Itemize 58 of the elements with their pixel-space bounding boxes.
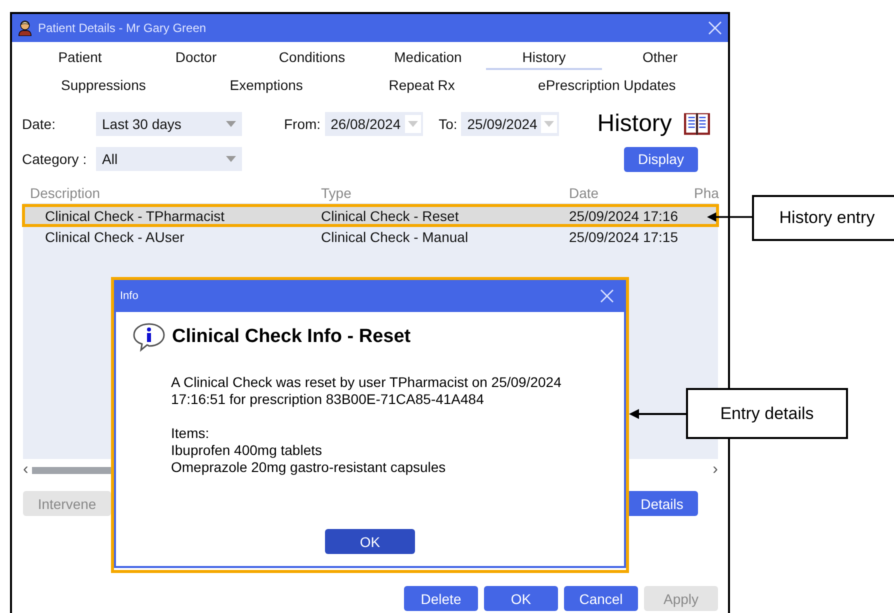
from-date-picker[interactable]: 26/08/2024: [324, 112, 423, 136]
column-header[interactable]: Date: [569, 185, 599, 201]
book-icon: [682, 111, 712, 137]
scroll-left-arrow[interactable]: ‹: [23, 463, 28, 477]
tab[interactable]: History: [486, 46, 602, 70]
date-label: Date:: [22, 116, 56, 132]
info-icon: [132, 322, 166, 352]
close-icon[interactable]: [708, 21, 722, 35]
column-header[interactable]: Pha: [694, 185, 719, 201]
ok-button[interactable]: OK: [325, 529, 415, 554]
dialog-title: Info: [120, 290, 138, 302]
display-button[interactable]: Display: [624, 146, 698, 172]
dropdown-arrow-icon[interactable]: [226, 156, 236, 162]
window-title: Patient Details - Mr Gary Green: [38, 21, 208, 35]
details-button[interactable]: Details: [626, 491, 698, 516]
tab[interactable]: Repeat Rx: [348, 74, 496, 98]
history-row[interactable]: Clinical Check - AUser Clinical Check - Manual 25/09/2024 17:15: [23, 226, 718, 247]
dropdown-arrow-icon[interactable]: [544, 121, 554, 127]
tab[interactable]: Patient: [22, 46, 138, 70]
tab[interactable]: Medication: [370, 46, 486, 70]
tab[interactable]: Exemptions: [184, 74, 348, 98]
items-label: Items:: [171, 425, 210, 442]
close-icon[interactable]: [600, 289, 614, 303]
to-label: To:: [438, 116, 458, 132]
category-dropdown[interactable]: All: [96, 147, 242, 171]
dialog-button[interactable]: Delete: [404, 586, 478, 611]
dialog-button[interactable]: Cancel: [564, 586, 638, 611]
column-header[interactable]: Type: [321, 185, 352, 201]
dropdown-arrow-icon[interactable]: [226, 121, 236, 127]
person-icon: [18, 20, 32, 36]
category-label: Category :: [22, 151, 88, 167]
callout-label: History entry: [752, 195, 894, 241]
table-cell: Clinical Check - Reset: [321, 208, 459, 224]
table-cell: Clinical Check - AUser: [45, 229, 184, 245]
item-text: Omeprazole 20mg gastro-resistant capsules: [171, 459, 447, 476]
table-cell: 25/09/2024 17:15: [569, 229, 678, 245]
column-header[interactable]: Description: [30, 185, 100, 201]
callout-label: Entry details: [686, 388, 848, 439]
section-heading: History: [597, 110, 672, 138]
arrow-icon: [629, 408, 687, 420]
table-cell: Clinical Check - Manual: [321, 229, 468, 245]
tab[interactable]: Suppressions: [22, 74, 185, 98]
scroll-right-arrow[interactable]: ›: [712, 463, 718, 477]
tab[interactable]: Doctor: [138, 46, 254, 70]
dialog-heading: Clinical Check Info - Reset: [172, 326, 411, 348]
tab[interactable]: Conditions: [254, 46, 370, 70]
tab[interactable]: ePrescription Updates: [496, 74, 718, 98]
item-text: Ibuprofen 400mg tablets: [171, 442, 323, 459]
message-text: A Clinical Check was reset by user TPharmacist on 25/09/2024 17:16:51 for prescription 83B00E-71CA85-41A484: [171, 374, 562, 408]
table-cell: 25/09/2024 17:16: [569, 208, 678, 224]
from-label: From:: [284, 116, 321, 132]
to-date-picker[interactable]: 25/09/2024: [461, 112, 560, 136]
history-row[interactable]: Clinical Check - TPharmacist Clinical Check - Reset 25/09/2024 17:16: [23, 205, 718, 226]
dropdown-arrow-icon[interactable]: [408, 121, 418, 127]
table-cell: Clinical Check - TPharmacist: [45, 208, 224, 224]
tab[interactable]: Other: [602, 46, 718, 70]
dialog-button[interactable]: OK: [484, 586, 558, 611]
date-range-dropdown[interactable]: Last 30 days: [96, 112, 242, 136]
